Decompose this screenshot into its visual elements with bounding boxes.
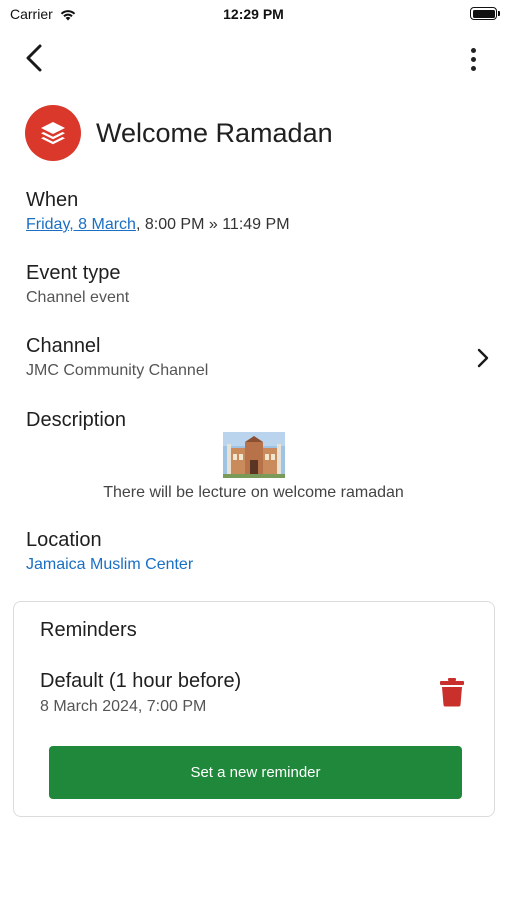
mosque-image [222, 432, 285, 478]
delete-reminder-button[interactable] [438, 676, 466, 708]
when-value: Friday, 8 March, 8:00 PM » 11:49 PM [26, 215, 290, 235]
channel-value: JMC Community Channel [26, 362, 209, 379]
description-text: There will be lecture on welcome ramadan [103, 484, 404, 501]
location-link[interactable]: Jamaica Muslim Center [26, 555, 193, 575]
description-section: Description [26, 408, 126, 432]
date-link[interactable]: Friday, 8 March [26, 216, 136, 233]
time-range: , 8:00 PM » 11:49 PM [135, 216, 290, 233]
event-header: Welcome Ramadan [25, 105, 333, 161]
set-new-reminder-button[interactable]: Set a new reminder [49, 746, 462, 799]
description-label: Description [26, 409, 127, 431]
channel-label: Channel [26, 335, 101, 357]
layers-icon [41, 122, 65, 145]
reminders-title: Reminders [40, 619, 137, 641]
reminder-name: Default (1 hour before) [40, 670, 242, 692]
reminders-card: Reminders Default (1 hour before) 8 Marc… [13, 601, 495, 817]
battery-icon [470, 7, 500, 20]
description-content: There will be lecture on welcome ramadan [0, 432, 507, 502]
event-type-label: Event type [26, 262, 121, 284]
status-bar: Carrier 12:29 PM [0, 0, 507, 30]
event-type-value: Channel event [26, 289, 130, 306]
trash-icon [440, 678, 464, 707]
event-title: Welcome Ramadan [96, 117, 333, 148]
more-options-button[interactable] [459, 42, 487, 76]
back-button[interactable] [18, 40, 50, 76]
reminder-datetime: 8 March 2024, 7:00 PM [40, 698, 207, 715]
chevron-right-icon [477, 348, 489, 368]
event-avatar [25, 105, 81, 161]
status-time: 12:29 PM [223, 6, 284, 22]
chevron-left-icon [26, 44, 42, 72]
location-label: Location [26, 529, 102, 551]
more-vertical-icon [470, 47, 476, 53]
when-label: When [26, 189, 79, 211]
event-type-section: Event type Channel event [26, 261, 129, 308]
when-section: When Friday, 8 March, 8:00 PM » 11:49 PM [26, 188, 290, 235]
channel-row[interactable]: Channel JMC Community Channel [0, 332, 507, 386]
location-section: Location Jamaica Muslim Center [26, 528, 193, 575]
